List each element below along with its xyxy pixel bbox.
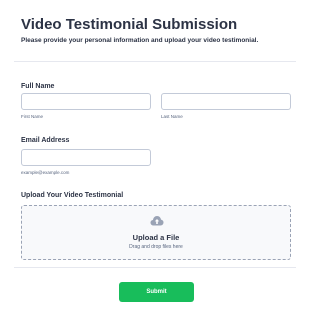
email-input[interactable]	[21, 149, 151, 166]
form-header: Video Testimonial Submission Please prov…	[21, 16, 301, 45]
full-name-label: Full Name	[21, 83, 55, 90]
upload-label: Upload Your Video Testimonial	[21, 192, 124, 199]
upload-title: Upload a File	[132, 233, 180, 242]
cloud-upload-icon	[150, 216, 164, 226]
submit-button[interactable]: Submit	[119, 282, 194, 302]
footer-divider	[14, 267, 296, 268]
first-name-input[interactable]	[21, 93, 151, 110]
email-sublabel: example@example.com	[21, 170, 70, 175]
upload-hint: Drag and drop files here	[129, 244, 183, 250]
email-label: Email Address	[21, 137, 70, 144]
first-name-sublabel: First Name	[21, 114, 44, 119]
form-title: Video Testimonial Submission	[21, 16, 238, 33]
header-divider	[14, 61, 296, 62]
last-name-sublabel: Last Name	[161, 114, 183, 119]
last-name-input[interactable]	[161, 93, 291, 110]
file-upload-dropzone[interactable]: Upload a File Drag and drop files here	[21, 205, 291, 260]
form-subtitle: Please provide your personal information…	[21, 37, 259, 44]
